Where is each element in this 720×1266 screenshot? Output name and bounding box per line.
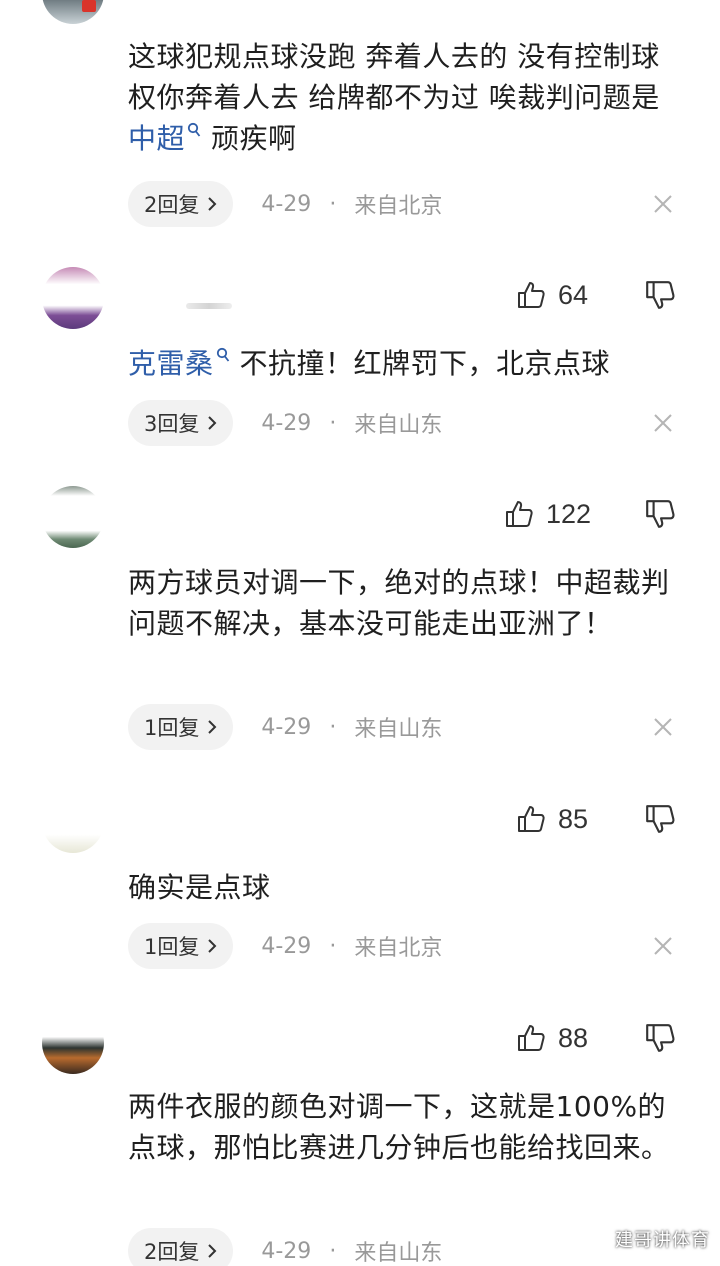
comment-location: 来自山东: [354, 1241, 443, 1266]
comment-date: 4-29: [261, 933, 312, 959]
comment-date: 4-29: [261, 714, 312, 740]
avatar[interactable]: [42, 267, 104, 329]
reply-count: 1回复: [144, 935, 200, 959]
comment-date: 4-29: [261, 410, 312, 436]
comment-text: 这球犯规点球没跑 奔着人去的 没有控制球权你奔着人去 给牌都不为过 唉裁判问题是…: [128, 40, 660, 155]
close-icon[interactable]: [652, 193, 674, 215]
topic-link[interactable]: 中超: [128, 122, 185, 155]
comment-date: 4-29: [261, 191, 312, 217]
like-count: 64: [558, 279, 589, 310]
comment-location: 来自山东: [354, 413, 443, 438]
separator-dot: ·: [329, 191, 337, 217]
thumbs-down-icon[interactable]: [644, 1022, 676, 1054]
chevron-right-icon: [208, 720, 217, 734]
like-count: 122: [546, 498, 592, 529]
comment-meta: 1回复 4-29 · 来自山东: [128, 704, 442, 750]
like-button[interactable]: 122: [504, 494, 591, 534]
reply-button[interactable]: 1回复: [128, 923, 234, 969]
reply-count: 2回复: [144, 1240, 200, 1264]
chevron-right-icon: [208, 939, 217, 953]
thumbs-up-icon: [518, 282, 545, 308]
thumbs-down-icon[interactable]: [644, 803, 676, 835]
reply-count: 3回复: [144, 412, 200, 436]
like-count: 88: [558, 1022, 589, 1053]
like-button[interactable]: 85: [516, 799, 588, 839]
search-link-icon: [216, 347, 229, 362]
player-link[interactable]: 克雷桑: [128, 347, 214, 380]
like-button[interactable]: 88: [516, 1018, 588, 1058]
search-link-icon: [187, 122, 201, 137]
username-blurred: [186, 303, 232, 309]
comment-text: 确实是点球: [128, 871, 271, 904]
comment-meta: 2回复 4-29 · 来自北京: [128, 181, 442, 227]
thumbs-up-icon: [518, 806, 545, 832]
avatar[interactable]: [42, 0, 104, 24]
reply-button[interactable]: 2回复: [128, 1228, 234, 1266]
comment-meta: 3回复 4-29 · 来自山东: [128, 400, 442, 446]
watermark: 建哥讲体育: [615, 1230, 710, 1251]
comment-text: 两件衣服的颜色对调一下，这就是100%的点球，那怕比赛进几分钟后也能给找回来。: [128, 1090, 670, 1164]
reply-button[interactable]: 2回复: [128, 181, 234, 227]
comment-location: 来自北京: [354, 936, 443, 961]
like-count: 85: [558, 803, 589, 834]
separator-dot: ·: [329, 933, 337, 959]
reply-count: 2回复: [144, 193, 200, 217]
comment-date: 4-29: [261, 1238, 312, 1264]
comment-location: 来自北京: [354, 194, 443, 219]
separator-dot: ·: [329, 1238, 337, 1264]
chevron-right-icon: [208, 1244, 217, 1258]
chevron-right-icon: [208, 416, 217, 430]
separator-dot: ·: [329, 410, 337, 436]
thumbs-down-icon[interactable]: [644, 498, 676, 530]
reply-button[interactable]: 1回复: [128, 704, 234, 750]
avatar[interactable]: [42, 486, 104, 548]
separator-dot: ·: [329, 714, 337, 740]
avatar[interactable]: [42, 1012, 104, 1074]
thumbs-up-icon: [506, 501, 533, 527]
comment-text: 克雷桑 不抗撞！红牌罚下，北京点球: [128, 347, 611, 380]
thumbs-down-icon[interactable]: [644, 279, 676, 311]
avatar[interactable]: [42, 791, 104, 853]
like-button[interactable]: 64: [516, 275, 588, 315]
close-icon[interactable]: [652, 716, 674, 738]
close-icon[interactable]: [652, 935, 674, 957]
comment-meta: 2回复 4-29 · 来自山东: [128, 1228, 442, 1266]
comment-text: 两方球员对调一下，绝对的点球！中超裁判问题不解决，基本没可能走出亚洲了！: [128, 566, 670, 640]
thumbs-up-icon: [518, 1025, 545, 1051]
reply-button[interactable]: 3回复: [128, 400, 234, 446]
reply-count: 1回复: [144, 716, 200, 740]
comment-meta: 1回复 4-29 · 来自北京: [128, 923, 442, 969]
close-icon[interactable]: [652, 412, 674, 434]
comment-location: 来自山东: [354, 717, 443, 742]
chevron-right-icon: [208, 197, 217, 211]
